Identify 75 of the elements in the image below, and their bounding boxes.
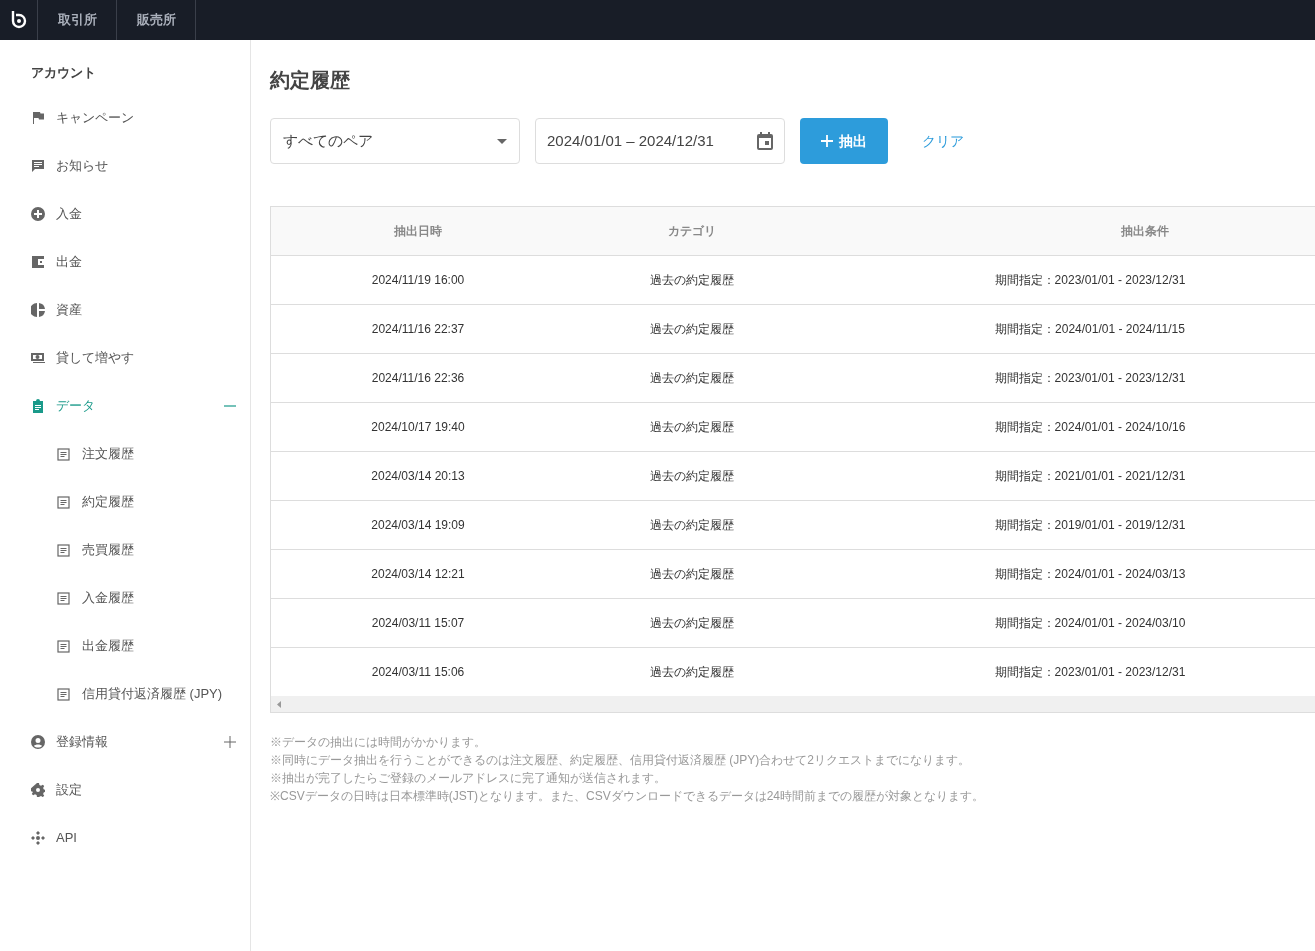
list-icon <box>57 687 70 701</box>
table-cell: 期間指定：2023/01/01 - 2023/12/31 <box>994 370 1186 385</box>
table-cell: 期間指定：2021/01/01 - 2021/12/31 <box>994 468 1186 483</box>
note-text: ※CSVデータの日時は日本標準時(JST)となります。また、CSVダウンロードできるデータは24時間前までの履歴が対象となります。 <box>270 788 986 805</box>
table-cell: 2024/11/16 22:37 <box>371 321 465 336</box>
sidebar-item[interactable]: API <box>0 814 250 862</box>
table-cell: 過去の約定履歴 <box>650 370 734 385</box>
account-icon <box>31 735 45 749</box>
sidebar-subitem[interactable]: 注文履歴 <box>0 430 250 478</box>
table-cell: 過去の約定履歴 <box>650 664 734 679</box>
list-icon <box>57 447 70 461</box>
table-cell: 2024/11/19 16:00 <box>371 272 465 287</box>
horizontal-scrollbar[interactable] <box>271 696 1315 712</box>
diamond-nodes-icon <box>31 831 45 845</box>
sidebar-subitem[interactable]: 約定履歴 <box>0 478 250 526</box>
date-range-field[interactable]: 2024/01/01 – 2024/12/31 <box>535 118 785 164</box>
table-cell: 過去の約定履歴 <box>650 468 734 483</box>
note-text: ※抽出が完了したらご登録のメールアドレスに完了通知が送信されます。 <box>270 770 667 787</box>
sidebar-item[interactable]: 出金 <box>0 238 250 286</box>
logo-icon[interactable] <box>9 10 28 30</box>
sidebar-item[interactable]: 登録情報 <box>0 718 250 766</box>
sidebar-subitem[interactable]: 出金履歴 <box>0 622 250 670</box>
sidebar-subitem[interactable]: 信用貸付返済履歴 (JPY) <box>0 670 250 718</box>
table-cell: 過去の約定履歴 <box>650 517 734 532</box>
table-cell: 期間指定：2024/01/01 - 2024/03/10 <box>994 615 1186 630</box>
table-cell: 2024/10/17 19:40 <box>371 419 465 434</box>
table-cell: 2024/03/14 12:21 <box>371 566 465 581</box>
list-icon <box>57 591 70 605</box>
sidebar-item[interactable]: 資産 <box>0 286 250 334</box>
table-cell: 期間指定：2024/01/01 - 2024/10/16 <box>994 419 1186 434</box>
table-cell: 期間指定：2023/01/01 - 2023/12/31 <box>994 664 1186 679</box>
scroll-left-icon[interactable] <box>277 700 281 708</box>
table-cell: 期間指定：2019/01/01 - 2019/12/31 <box>994 517 1186 532</box>
table-cell: 過去の約定履歴 <box>650 272 734 287</box>
table-cell: 過去の約定履歴 <box>650 615 734 630</box>
table-cell: 期間指定：2024/01/01 - 2024/03/13 <box>994 566 1186 581</box>
table-cell: 過去の約定履歴 <box>650 321 734 336</box>
dropdown-caret-icon <box>497 138 507 144</box>
note-text: ※データの抽出には時間がかかります。 <box>270 734 487 751</box>
list-icon <box>57 495 70 509</box>
message-icon <box>31 159 45 173</box>
clipboard-icon <box>31 399 45 413</box>
calendar-icon <box>757 132 773 150</box>
list-icon <box>57 543 70 557</box>
table-cell: 期間指定：2024/01/01 - 2024/11/15 <box>995 321 1185 336</box>
banknote-icon <box>31 351 45 365</box>
page-title: 約定履歴 <box>270 68 351 93</box>
table-cell: 過去の約定履歴 <box>650 419 734 434</box>
table-cell: 2024/03/11 15:07 <box>371 615 465 630</box>
table-cell: 2024/11/16 22:36 <box>371 370 465 385</box>
wallet-icon <box>31 255 45 269</box>
sidebar-item[interactable]: お知らせ <box>0 142 250 190</box>
list-icon <box>57 639 70 653</box>
table-cell: 期間指定：2023/01/01 - 2023/12/31 <box>994 272 1186 287</box>
sidebar-heading: アカウント <box>30 64 97 82</box>
expand-icon[interactable] <box>224 736 236 748</box>
gear-icon <box>31 783 45 797</box>
flag-icon <box>31 111 45 125</box>
sidebar-item[interactable]: 設定 <box>0 766 250 814</box>
table-cell: 2024/03/14 19:09 <box>371 517 465 532</box>
table-cell: 2024/03/11 15:06 <box>371 664 465 679</box>
sidebar-item[interactable]: 貸して増やす <box>0 334 250 382</box>
table-cell: 2024/03/14 20:13 <box>371 468 465 483</box>
pair-select[interactable]: すべてのペア <box>270 118 520 164</box>
nav-tab[interactable]: 販売所 <box>117 0 196 40</box>
sidebar-subitem[interactable]: 入金履歴 <box>0 574 250 622</box>
sidebar-item[interactable]: データ <box>0 382 250 430</box>
sidebar-item[interactable]: キャンペーン <box>0 94 250 142</box>
sidebar-item[interactable]: 入金 <box>0 190 250 238</box>
table-cell: 過去の約定履歴 <box>650 566 734 581</box>
plus-icon <box>821 135 833 147</box>
pie-chart-icon <box>31 303 45 317</box>
nav-tab[interactable]: 取引所 <box>38 0 117 40</box>
note-text: ※同時にデータ抽出を行うことができるのは注文履歴、約定履歴、信用貸付返済履歴 (JPY)合わせて2リクエストまでになります。 <box>270 752 971 769</box>
sidebar-subitem[interactable]: 売買履歴 <box>0 526 250 574</box>
